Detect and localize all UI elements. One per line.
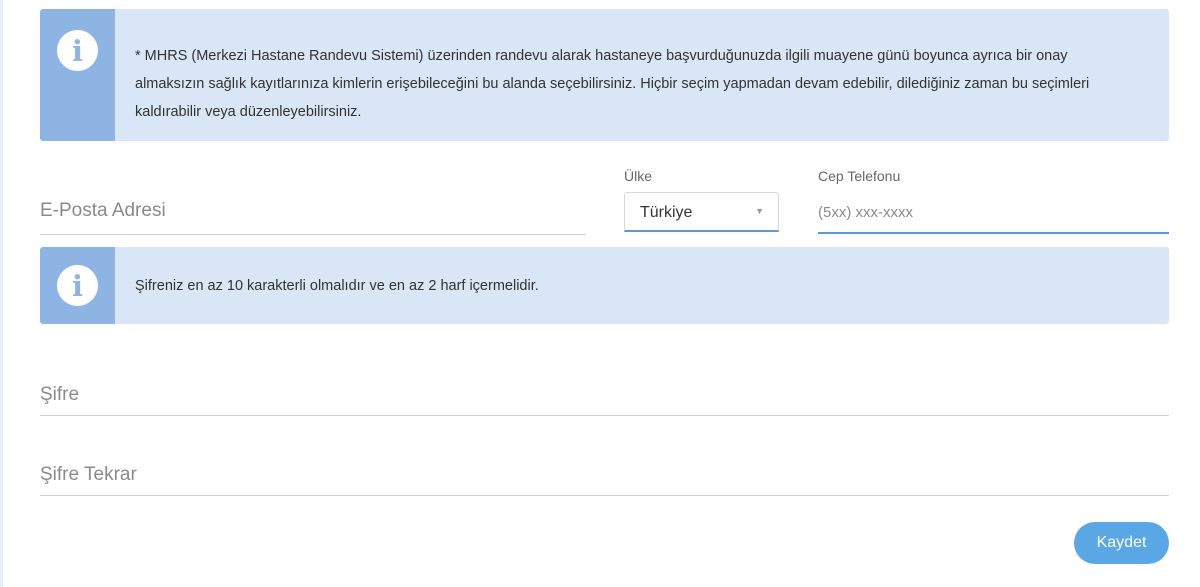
info-icon-column: i xyxy=(40,247,115,324)
password-field[interactable]: Şifre xyxy=(40,372,1169,416)
save-button[interactable]: Kaydet xyxy=(1074,522,1169,564)
email-placeholder: E-Posta Adresi xyxy=(40,200,166,221)
phone-label: Cep Telefonu xyxy=(818,168,901,184)
info-icon-column: i xyxy=(40,9,115,141)
sharing-info-text: * MHRS (Merkezi Hastane Randevu Sistemi)… xyxy=(135,48,1090,120)
sharing-info-notice: i * MHRS (Merkezi Hastane Randevu Sistem… xyxy=(40,9,1169,141)
password-repeat-placeholder: Şifre Tekrar xyxy=(40,464,137,485)
password-rule-text: Şifreniz en az 10 karakterli olmalıdır v… xyxy=(135,278,539,294)
country-selected-value: Türkiye xyxy=(640,204,693,221)
email-field[interactable]: E-Posta Adresi xyxy=(40,190,586,235)
password-rule-notice: i Şifreniz en az 10 karakterli olmalıdır… xyxy=(40,247,1169,324)
country-select[interactable]: Türkiye ▼ xyxy=(624,192,779,232)
left-border-strip xyxy=(0,0,3,587)
password-repeat-field[interactable]: Şifre Tekrar xyxy=(40,452,1169,496)
phone-field[interactable]: (5xx) xxx-xxxx xyxy=(818,192,1169,234)
info-icon: i xyxy=(57,30,98,71)
info-icon: i xyxy=(57,265,98,306)
phone-placeholder: (5xx) xxx-xxxx xyxy=(818,204,913,221)
password-placeholder: Şifre xyxy=(40,384,80,405)
chevron-down-icon: ▼ xyxy=(755,206,764,216)
country-label: Ülke xyxy=(624,168,653,184)
